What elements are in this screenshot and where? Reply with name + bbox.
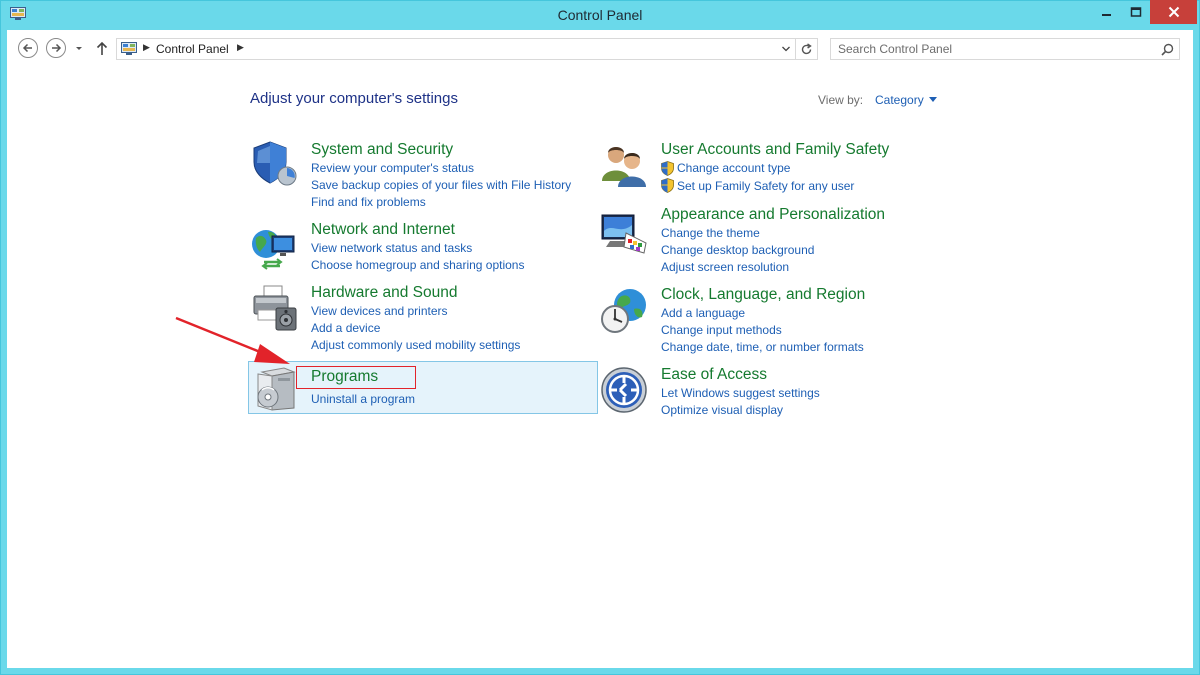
caret-down-icon[interactable] (929, 97, 937, 102)
link-uninstall-program[interactable]: Uninstall a program (311, 392, 415, 406)
link-family-safety[interactable]: Set up Family Safety for any user (677, 179, 854, 193)
link-suggest-settings[interactable]: Let Windows suggest settings (661, 386, 820, 400)
ease-of-access-icon[interactable] (600, 366, 648, 414)
category-title-clock-region[interactable]: Clock, Language, and Region (661, 286, 865, 304)
page-title: Adjust your computer's settings (250, 90, 458, 107)
clock-globe-icon[interactable] (600, 287, 648, 335)
shield-icon[interactable] (250, 139, 298, 187)
category-title-appearance[interactable]: Appearance and Personalization (661, 206, 885, 224)
category-title-network-internet[interactable]: Network and Internet (311, 221, 455, 239)
breadcrumb-separator-icon[interactable]: ▶ (237, 42, 244, 53)
maximize-button[interactable] (1122, 0, 1150, 24)
link-visual-display[interactable]: Optimize visual display (661, 403, 783, 417)
close-icon (1168, 6, 1179, 18)
minimize-icon (1102, 14, 1111, 16)
link-change-account-type[interactable]: Change account type (677, 161, 790, 175)
maximize-icon (1130, 7, 1142, 17)
link-change-theme[interactable]: Change the theme (661, 226, 760, 240)
refresh-icon (801, 43, 812, 55)
monitor-palette-icon[interactable] (600, 209, 648, 257)
link-network-status[interactable]: View network status and tasks (311, 241, 472, 255)
search-box[interactable] (830, 38, 1180, 60)
recent-locations-chevron-icon[interactable] (73, 42, 85, 54)
category-title-programs[interactable]: Programs (311, 368, 378, 386)
link-devices-printers[interactable]: View devices and printers (311, 304, 448, 318)
link-date-time-formats[interactable]: Change date, time, or number formats (661, 340, 864, 354)
annotation-arrow-icon (175, 316, 290, 364)
link-mobility-settings[interactable]: Adjust commonly used mobility settings (311, 338, 520, 352)
users-icon[interactable] (600, 141, 648, 189)
refresh-button[interactable] (796, 38, 818, 60)
link-add-language[interactable]: Add a language (661, 306, 745, 320)
view-by-label: View by: (818, 93, 864, 107)
control-panel-icon (121, 42, 137, 55)
category-title-ease-of-access[interactable]: Ease of Access (661, 366, 767, 384)
breadcrumb-control-panel[interactable]: Control Panel (156, 42, 229, 56)
title-bar: Control Panel (0, 0, 1200, 30)
forward-button[interactable] (46, 38, 66, 58)
category-title-user-accounts[interactable]: User Accounts and Family Safety (661, 141, 889, 159)
search-input[interactable] (831, 39, 1158, 59)
view-by-dropdown[interactable]: Category (875, 93, 924, 107)
back-button[interactable] (18, 38, 38, 58)
network-globe-icon[interactable] (250, 222, 298, 270)
category-title-system-security[interactable]: System and Security (311, 141, 453, 159)
uac-shield-icon (661, 161, 674, 176)
arrow-left-icon (22, 43, 32, 53)
link-desktop-background[interactable]: Change desktop background (661, 243, 814, 257)
link-input-methods[interactable]: Change input methods (661, 323, 782, 337)
link-add-device[interactable]: Add a device (311, 321, 380, 335)
arrow-right-icon (52, 43, 62, 53)
link-find-fix-problems[interactable]: Find and fix problems (311, 195, 426, 209)
link-file-history[interactable]: Save backup copies of your files with Fi… (311, 178, 571, 192)
category-title-hardware-sound[interactable]: Hardware and Sound (311, 284, 458, 302)
minimize-button[interactable] (1092, 0, 1122, 24)
link-review-status[interactable]: Review your computer's status (311, 161, 474, 175)
breadcrumb-separator-icon[interactable]: ▶ (143, 42, 150, 53)
link-screen-resolution[interactable]: Adjust screen resolution (661, 260, 789, 274)
close-button[interactable] (1150, 0, 1197, 24)
window-title: Control Panel (557, 7, 643, 23)
link-homegroup-sharing[interactable]: Choose homegroup and sharing options (311, 258, 524, 272)
chevron-down-icon[interactable] (781, 44, 791, 54)
address-bar[interactable]: ▶ Control Panel ▶ (116, 38, 796, 60)
search-icon[interactable] (1161, 43, 1174, 56)
uac-shield-icon (661, 178, 674, 193)
up-arrow-icon[interactable] (95, 40, 109, 56)
